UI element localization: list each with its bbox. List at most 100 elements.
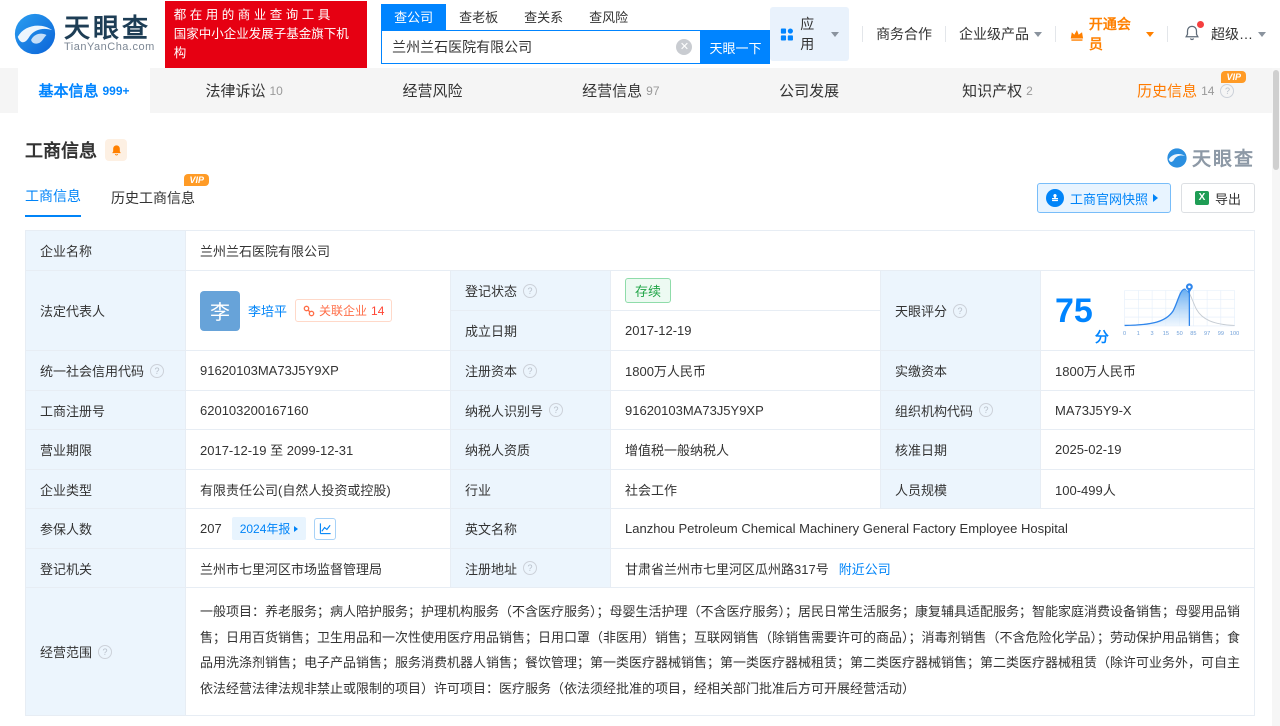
search-tab-boss[interactable]: 查老板 xyxy=(446,4,511,30)
taxpayer-quality-value: 增值税一般纳税人 xyxy=(611,430,881,470)
tab-history-info[interactable]: VIP 历史信息 14 xyxy=(1092,68,1280,113)
arrow-right-icon xyxy=(294,525,299,532)
trend-chart-button[interactable] xyxy=(314,517,337,540)
export-button[interactable]: X 导出 xyxy=(1180,183,1255,213)
status-badge: 存续 xyxy=(625,278,672,303)
arrow-right-icon xyxy=(1152,194,1158,202)
org-code-label: 组织机构代码 xyxy=(881,391,1041,430)
industry-label: 行业 xyxy=(451,470,611,509)
apps-menu[interactable]: 应用 xyxy=(770,7,850,61)
help-icon[interactable] xyxy=(523,283,538,298)
search-area: 查公司 查老板 查关系 查风险 ✕ 天眼一下 xyxy=(381,4,771,64)
legal-rep-label: 法定代表人 xyxy=(26,271,186,351)
taxpayer-quality-label: 纳税人资质 xyxy=(451,430,611,470)
search-input[interactable] xyxy=(381,30,701,64)
tianyancha-swirl-icon xyxy=(14,13,56,55)
insured-count-cell: 207 2024年报 xyxy=(186,509,451,549)
tab-operation-risk[interactable]: 经营风险 xyxy=(338,68,526,113)
biz-cooperation-link[interactable]: 商务合作 xyxy=(876,24,932,44)
help-icon[interactable] xyxy=(953,303,968,318)
subtab-business-info[interactable]: 工商信息 xyxy=(25,186,81,217)
open-vip-menu[interactable]: 开通会员 xyxy=(1069,14,1155,54)
help-icon[interactable] xyxy=(549,403,564,417)
tab-intellectual-property[interactable]: 知识产权 2 xyxy=(903,68,1091,113)
company-nav-tabs: 基本信息 999+ 法律诉讼 10 经营风险 经营信息 97 公司发展 知识产权 2 V… xyxy=(0,68,1280,113)
divider xyxy=(945,26,947,42)
section-tabs-row: 工商信息 VIP 历史工商信息 工商官网快照 X 导出 xyxy=(0,174,1280,217)
bell-icon xyxy=(111,144,121,155)
notification-bell[interactable] xyxy=(1183,20,1205,45)
tab-operation-info[interactable]: 经营信息 97 xyxy=(527,68,715,113)
reg-status-label: 登记状态 xyxy=(451,271,611,311)
org-code-value: MA73J5Y9-X xyxy=(1041,391,1255,430)
search-tab-company[interactable]: 查公司 xyxy=(381,4,447,30)
annual-report-chip[interactable]: 2024年报 xyxy=(231,517,307,540)
industry-value: 社会工作 xyxy=(611,470,881,509)
link-companies-icon xyxy=(303,305,315,316)
credit-code-label: 统一社会信用代码 xyxy=(26,351,186,391)
reg-address-cell: 甘肃省兰州市七里河区瓜州路317号 附近公司 xyxy=(611,549,1255,588)
tianyancha-swirl-icon xyxy=(1167,147,1187,168)
english-name-label: 英文名称 xyxy=(451,509,611,549)
help-icon[interactable] xyxy=(979,403,994,417)
paid-capital-value: 1800万人民币 xyxy=(1041,351,1255,391)
search-tab-relation[interactable]: 查关系 xyxy=(511,4,576,30)
official-snapshot-button[interactable]: 工商官网快照 xyxy=(1036,183,1171,213)
approval-date-label: 核准日期 xyxy=(881,430,1041,470)
help-icon[interactable] xyxy=(1220,83,1235,98)
score-distribution-chart[interactable]: 0 1 3 15 50 85 97 99 100 xyxy=(1119,279,1240,343)
svg-text:1: 1 xyxy=(1137,331,1140,337)
section-header: 工商信息 xyxy=(0,113,1280,163)
tab-company-development[interactable]: 公司发展 xyxy=(715,68,903,113)
super-account-menu[interactable]: 超级… xyxy=(1211,24,1267,44)
score-cell: 75 分 0 1 3 15 50 85 97 99 100 xyxy=(1041,271,1255,351)
nearby-companies-link[interactable]: 附近公司 xyxy=(839,559,891,578)
search-button[interactable]: 天眼一下 xyxy=(700,30,771,64)
svg-text:100: 100 xyxy=(1230,331,1239,337)
help-icon[interactable] xyxy=(150,363,165,378)
logo-domain: TianYanCha.com xyxy=(64,41,155,53)
svg-text:99: 99 xyxy=(1218,331,1224,337)
svg-text:3: 3 xyxy=(1150,331,1153,337)
related-companies-badge[interactable]: 关联企业 14 xyxy=(295,299,393,322)
search-tab-risk[interactable]: 查风险 xyxy=(576,4,641,30)
help-icon[interactable] xyxy=(523,363,538,378)
svg-text:0: 0 xyxy=(1123,331,1126,337)
legal-rep-name-link[interactable]: 李培平 xyxy=(248,301,287,320)
grid-icon xyxy=(781,27,794,41)
reg-authority-value: 兰州市七里河区市场监督管理局 xyxy=(186,549,451,588)
score-unit: 分 xyxy=(1094,329,1109,345)
svg-text:85: 85 xyxy=(1190,331,1196,337)
help-icon[interactable] xyxy=(523,561,538,575)
staff-size-label: 人员规模 xyxy=(881,470,1041,509)
tab-legal-proceedings[interactable]: 法律诉讼 10 xyxy=(150,68,338,113)
legal-rep-avatar[interactable]: 李 xyxy=(200,290,240,331)
notification-dot xyxy=(1197,20,1205,28)
monitor-bell-button[interactable] xyxy=(105,139,127,161)
excel-icon: X xyxy=(1194,191,1209,205)
tianyancha-logo[interactable]: 天眼查 TianYanCha.com xyxy=(12,11,155,57)
reg-number-label: 工商注册号 xyxy=(26,391,186,430)
chevron-down-icon xyxy=(831,31,840,37)
tab-basic-info[interactable]: 基本信息 999+ xyxy=(18,68,150,113)
score-axis-ticks: 0 1 3 15 50 85 97 99 100 xyxy=(1123,331,1239,337)
reg-address-label: 注册地址 xyxy=(451,549,611,588)
staff-size-value: 100-499人 xyxy=(1041,470,1255,509)
enterprise-product-menu[interactable]: 企业级产品 xyxy=(959,24,1043,44)
line-chart-icon xyxy=(319,523,331,535)
help-icon[interactable] xyxy=(98,644,113,659)
business-scope-value: 一般项目：养老服务；病人陪护服务；护理机构服务（不含医疗服务）；母婴生活护理（不… xyxy=(186,588,1255,716)
chevron-down-icon xyxy=(1258,31,1267,37)
subtab-history-business-info[interactable]: VIP 历史工商信息 xyxy=(111,174,209,217)
insured-count-value: 207 xyxy=(200,521,222,536)
section-title: 工商信息 xyxy=(25,141,97,161)
scrollbar-thumb[interactable] xyxy=(1273,70,1279,170)
top-header: 天眼查 TianYanCha.com 都在用的商业查询工具 国家中小企业发展子基… xyxy=(0,0,1280,68)
vip-badge: VIP xyxy=(1221,71,1246,83)
reg-capital-label: 注册资本 xyxy=(451,351,611,391)
business-info-table: 企业名称 兰州兰石医院有限公司 法定代表人 李 李培平 关联企业 14 登记状态… xyxy=(25,230,1255,716)
approval-date-value: 2025-02-19 xyxy=(1041,430,1255,470)
watermark-text: 天眼查 xyxy=(1191,149,1255,170)
crown-icon xyxy=(1070,29,1084,41)
establish-date-value: 2017-12-19 xyxy=(611,311,881,351)
